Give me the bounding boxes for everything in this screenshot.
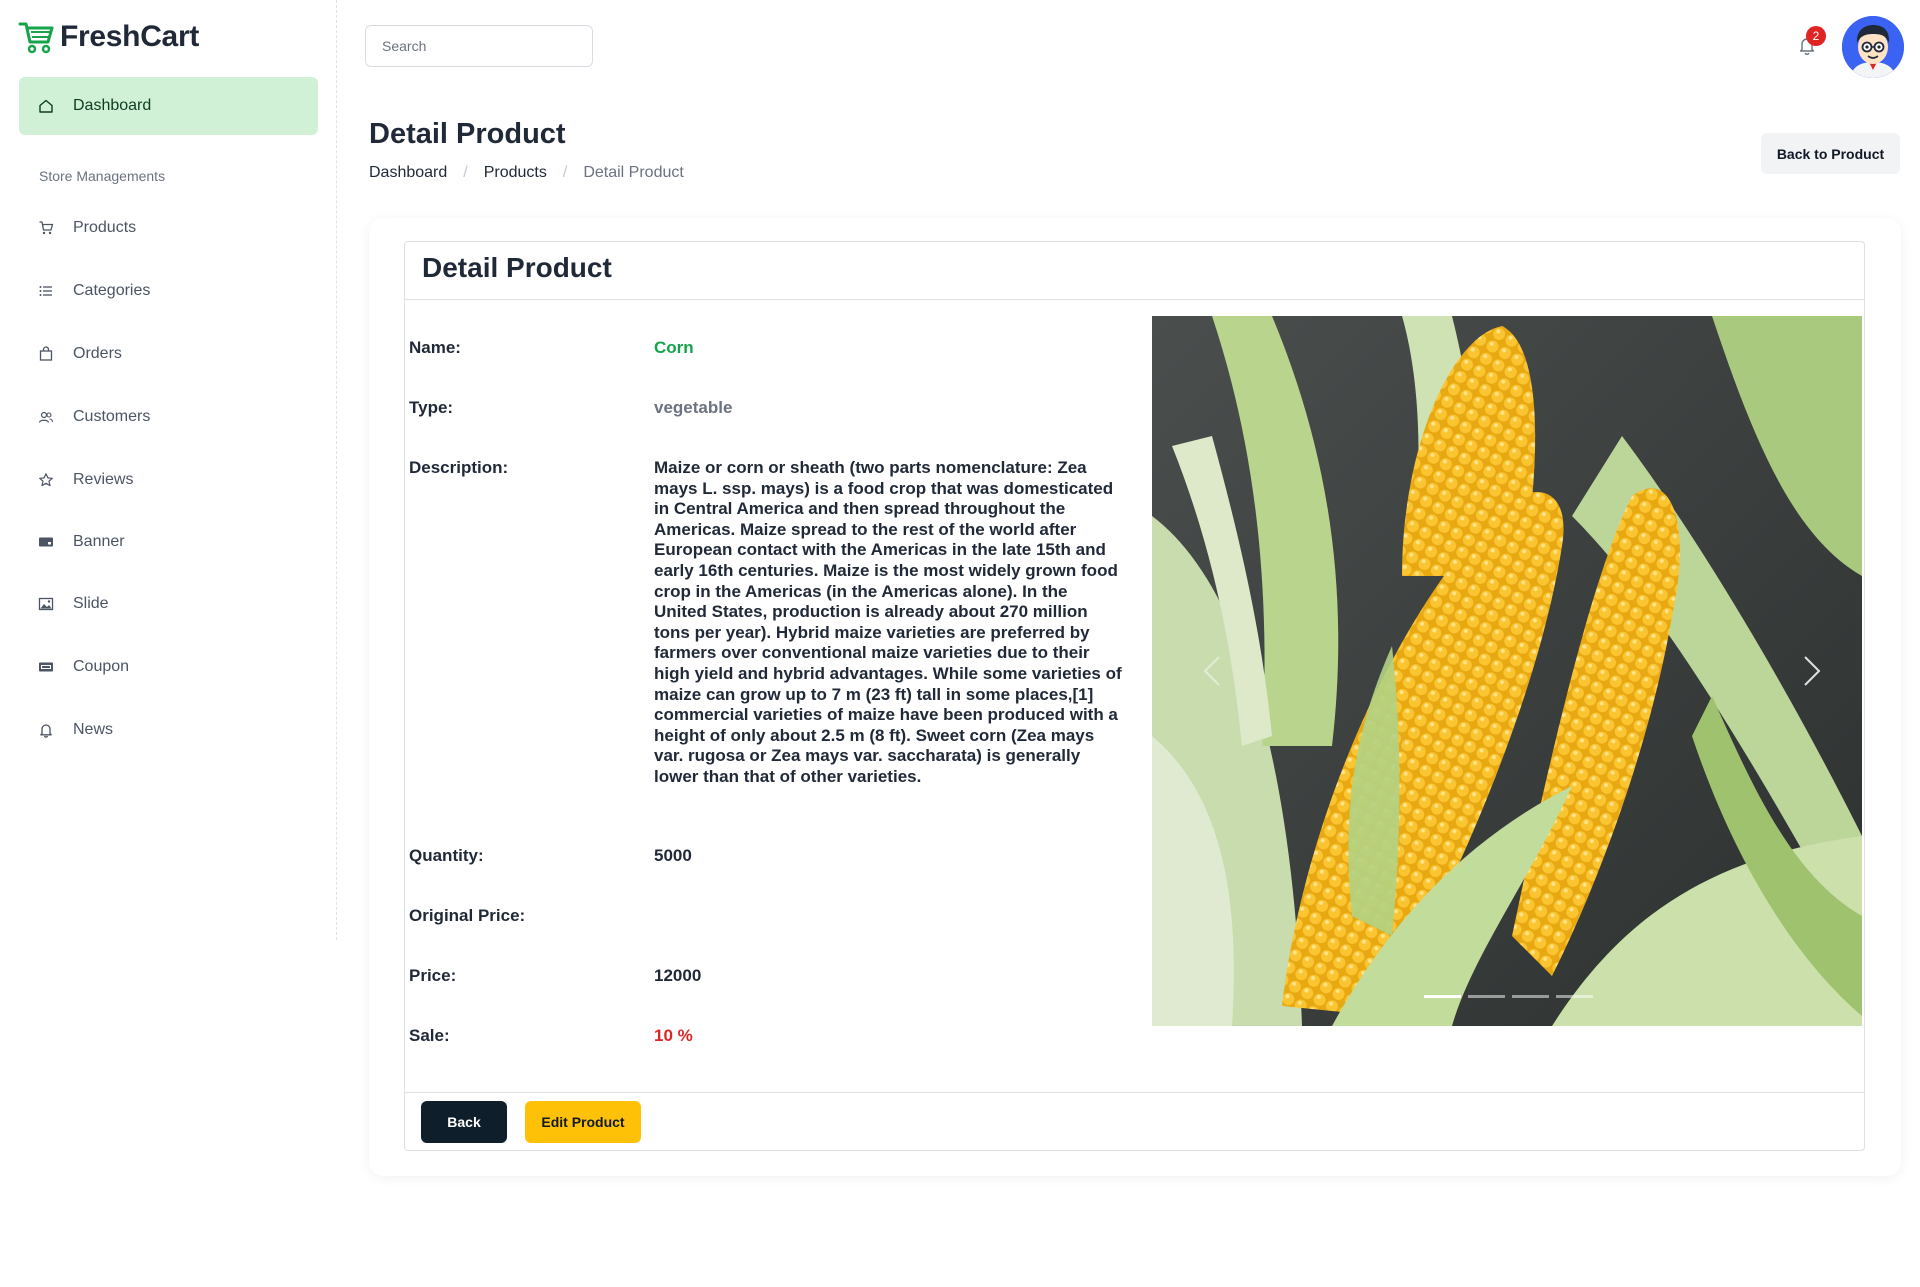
- bag-icon: [37, 345, 55, 363]
- product-price: 12000: [654, 966, 702, 985]
- banner-icon: [37, 533, 55, 551]
- quantity-label: Quantity:: [409, 846, 484, 865]
- cart-icon: [37, 219, 55, 237]
- breadcrumb-separator: /: [463, 164, 468, 181]
- sidebar-item-label: Coupon: [73, 658, 130, 675]
- sidebar-item-dashboard[interactable]: Dashboard: [19, 77, 318, 135]
- breadcrumb-current: Detail Product: [583, 164, 684, 181]
- edit-product-button[interactable]: Edit Product: [525, 1101, 641, 1143]
- carousel-indicator[interactable]: [1556, 995, 1593, 998]
- product-type: vegetable: [654, 398, 733, 417]
- sidebar-item-label: Customers: [73, 408, 151, 425]
- sidebar-item-customers[interactable]: Customers: [19, 397, 318, 437]
- card-title: Detail Product: [422, 252, 612, 283]
- sidebar-item-label: Products: [73, 219, 137, 236]
- page-title: Detail Product: [369, 118, 566, 150]
- notification-count-badge: 2: [1806, 26, 1826, 46]
- original-price-label: Original Price:: [409, 906, 526, 925]
- name-label: Name:: [409, 338, 461, 357]
- product-image-carousel[interactable]: [1152, 316, 1862, 1026]
- card-header: Detail Product: [405, 242, 1864, 300]
- sidebar-item-label: Categories: [73, 282, 151, 299]
- sidebar-item-products[interactable]: Products: [19, 208, 318, 248]
- type-label: Type:: [409, 398, 454, 417]
- sidebar-item-categories[interactable]: Categories: [19, 271, 318, 311]
- brand-logo[interactable]: FreshCart: [18, 20, 199, 54]
- product-description: Maize or corn or sheath (two parts nomen…: [654, 458, 1122, 786]
- ticket-icon: [37, 658, 55, 676]
- breadcrumb: Dashboard / Products / Detail Product: [369, 164, 684, 182]
- carousel-indicator[interactable]: [1468, 995, 1505, 998]
- star-icon: [37, 471, 55, 489]
- sidebar-item-label: News: [73, 721, 114, 738]
- sidebar-section-title: Store Managements: [39, 168, 166, 184]
- carousel-indicator[interactable]: [1424, 995, 1461, 998]
- list-icon: [37, 282, 55, 300]
- product-quantity: 5000: [654, 846, 692, 865]
- sidebar-item-label: Dashboard: [73, 97, 152, 114]
- chevron-left-icon: [1203, 656, 1220, 686]
- bell-icon: [37, 721, 55, 739]
- breadcrumb-dashboard[interactable]: Dashboard: [369, 164, 447, 182]
- sidebar-item-reviews[interactable]: Reviews: [19, 460, 318, 500]
- carousel-indicators: [1424, 995, 1593, 998]
- description-label: Description:: [409, 458, 509, 477]
- sidebar-item-coupon[interactable]: Coupon: [19, 647, 318, 687]
- chevron-right-icon: [1804, 656, 1821, 686]
- carousel-indicator[interactable]: [1512, 995, 1549, 998]
- cart-logo-icon: [18, 22, 54, 54]
- product-sale: 10 %: [654, 1026, 693, 1045]
- home-icon: [37, 97, 55, 115]
- price-label: Price:: [409, 966, 457, 985]
- sidebar-item-slide[interactable]: Slide: [19, 584, 318, 624]
- product-name: Corn: [654, 338, 694, 357]
- users-icon: [37, 408, 55, 426]
- user-avatar[interactable]: [1842, 16, 1904, 78]
- image-icon: [37, 595, 55, 613]
- back-button[interactable]: Back: [421, 1101, 507, 1143]
- sale-label: Sale:: [409, 1026, 450, 1045]
- sidebar-item-news[interactable]: News: [19, 710, 318, 750]
- search-input[interactable]: [365, 25, 593, 67]
- sidebar-item-banner[interactable]: Banner: [19, 522, 318, 562]
- carousel-next-button[interactable]: [1792, 646, 1832, 696]
- product-photo: [1152, 316, 1862, 1026]
- sidebar-item-label: Orders: [73, 345, 122, 362]
- breadcrumb-products[interactable]: Products: [484, 164, 547, 182]
- sidebar-item-label: Reviews: [73, 471, 134, 488]
- breadcrumb-separator: /: [562, 164, 568, 181]
- back-to-product-button[interactable]: Back to Product: [1761, 133, 1900, 174]
- sidebar-item-orders[interactable]: Orders: [19, 334, 318, 374]
- brand-name: FreshCart: [60, 20, 200, 53]
- carousel-prev-button[interactable]: [1192, 646, 1232, 696]
- sidebar-item-label: Slide: [73, 595, 109, 612]
- sidebar: FreshCart Dashboard Store Managements Pr…: [0, 0, 337, 940]
- sidebar-item-label: Banner: [73, 533, 125, 550]
